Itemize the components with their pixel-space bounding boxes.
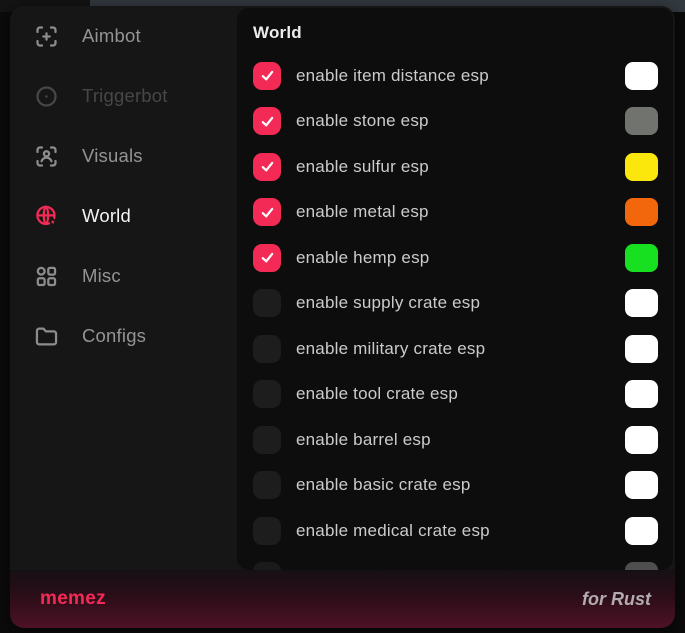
setting-label: enable tool crate esp xyxy=(296,384,458,404)
setting-label: enable metal esp xyxy=(296,202,429,222)
color-swatch[interactable] xyxy=(625,562,658,570)
setting-label: enable basic crate esp xyxy=(296,475,471,495)
sidebar-item-triggerbot[interactable]: Triggerbot xyxy=(10,66,237,126)
checkbox[interactable] xyxy=(253,62,281,90)
checkbox[interactable] xyxy=(253,289,281,317)
checkbox[interactable] xyxy=(253,380,281,408)
checkbox[interactable] xyxy=(253,153,281,181)
crosshair-frame-icon xyxy=(33,23,60,50)
checkbox[interactable] xyxy=(253,107,281,135)
setting-label: enable stone esp xyxy=(296,111,429,131)
setting-row-enable-supply-crate-esp: enable supply crate esp xyxy=(237,281,673,327)
sidebar: Aimbot Triggerbot Visuals World Misc Con… xyxy=(10,6,237,570)
sidebar-item-world[interactable]: World xyxy=(10,186,237,246)
setting-label: enable sulfur esp xyxy=(296,157,429,177)
checkbox[interactable] xyxy=(253,562,281,570)
setting-label: enable supply crate esp xyxy=(296,293,480,313)
color-swatch[interactable] xyxy=(625,380,658,408)
sidebar-item-visuals[interactable]: Visuals xyxy=(10,126,237,186)
checkbox[interactable] xyxy=(253,335,281,363)
category-grid-icon xyxy=(33,263,60,290)
sidebar-item-label: Misc xyxy=(82,265,121,287)
target-circle-icon xyxy=(33,83,60,110)
checkbox[interactable] xyxy=(253,471,281,499)
sidebar-item-label: Visuals xyxy=(82,145,143,167)
setting-row-enable-medical-crate-esp: enable medical crate esp xyxy=(237,508,673,554)
setting-row-clipped xyxy=(237,554,673,571)
setting-row-enable-metal-esp: enable metal esp xyxy=(237,190,673,236)
checkmark-icon xyxy=(259,67,276,84)
folder-icon xyxy=(33,323,60,350)
brand-logo-text: memez xyxy=(40,588,106,610)
checkmark-icon xyxy=(259,158,276,175)
setting-row-enable-barrel-esp: enable barrel esp xyxy=(237,417,673,463)
color-swatch[interactable] xyxy=(625,426,658,454)
globe-icon xyxy=(33,203,60,230)
color-swatch[interactable] xyxy=(625,244,658,272)
setting-label: enable barrel esp xyxy=(296,430,431,450)
footer: memez for Rust xyxy=(10,570,675,628)
settings-panel: World enable item distance esp enable st… xyxy=(237,8,673,570)
checkmark-icon xyxy=(259,249,276,266)
sidebar-item-label: Aimbot xyxy=(82,25,141,47)
cheat-menu-window: Aimbot Triggerbot Visuals World Misc Con… xyxy=(10,6,675,628)
setting-row-enable-hemp-esp: enable hemp esp xyxy=(237,235,673,281)
sidebar-item-misc[interactable]: Misc xyxy=(10,246,237,306)
sidebar-item-label: Triggerbot xyxy=(82,85,168,107)
panel-title: World xyxy=(237,8,673,48)
settings-list: enable item distance esp enable stone es… xyxy=(237,48,673,570)
sidebar-item-label: World xyxy=(82,205,131,227)
checkmark-icon xyxy=(259,113,276,130)
color-swatch[interactable] xyxy=(625,198,658,226)
setting-label: enable hemp esp xyxy=(296,248,429,268)
sidebar-item-aimbot[interactable]: Aimbot xyxy=(10,6,237,66)
setting-label: enable item distance esp xyxy=(296,66,489,86)
setting-row-enable-stone-esp: enable stone esp xyxy=(237,99,673,145)
color-swatch[interactable] xyxy=(625,153,658,181)
person-scan-icon xyxy=(33,143,60,170)
color-swatch[interactable] xyxy=(625,62,658,90)
checkmark-icon xyxy=(259,204,276,221)
checkbox[interactable] xyxy=(253,426,281,454)
checkbox[interactable] xyxy=(253,517,281,545)
color-swatch[interactable] xyxy=(625,107,658,135)
color-swatch[interactable] xyxy=(625,289,658,317)
sidebar-item-configs[interactable]: Configs xyxy=(10,306,237,366)
color-swatch[interactable] xyxy=(625,471,658,499)
checkbox[interactable] xyxy=(253,244,281,272)
menu-body: Aimbot Triggerbot Visuals World Misc Con… xyxy=(10,6,675,570)
setting-row-enable-tool-crate-esp: enable tool crate esp xyxy=(237,372,673,418)
sidebar-item-label: Configs xyxy=(82,325,146,347)
brand-tagline: for Rust xyxy=(582,589,651,610)
color-swatch[interactable] xyxy=(625,517,658,545)
color-swatch[interactable] xyxy=(625,335,658,363)
setting-row-enable-basic-crate-esp: enable basic crate esp xyxy=(237,463,673,509)
setting-label: enable military crate esp xyxy=(296,339,485,359)
setting-row-enable-sulfur-esp: enable sulfur esp xyxy=(237,144,673,190)
setting-row-enable-item-distance-esp: enable item distance esp xyxy=(237,53,673,99)
setting-row-enable-military-crate-esp: enable military crate esp xyxy=(237,326,673,372)
setting-label: enable medical crate esp xyxy=(296,521,490,541)
checkbox[interactable] xyxy=(253,198,281,226)
